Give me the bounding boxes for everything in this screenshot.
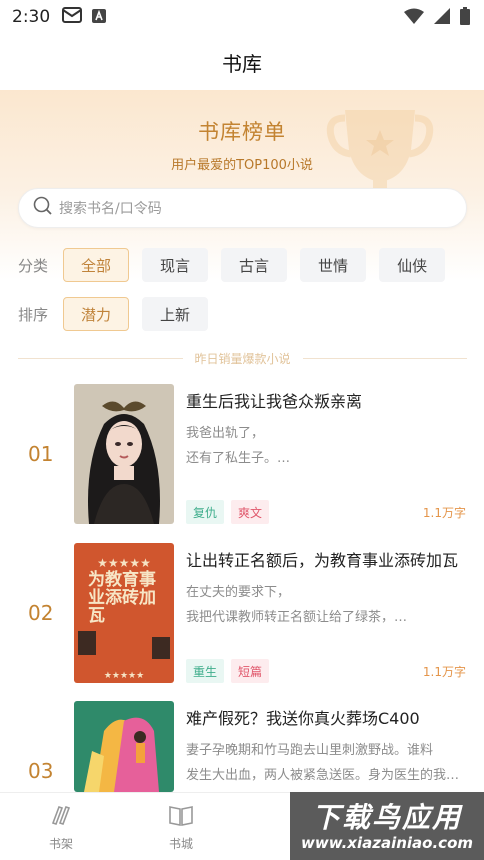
book-tag: 爽文 <box>231 500 270 524</box>
mail-icon <box>62 6 83 28</box>
status-bar: 2:30 <box>0 0 484 34</box>
book-title: 重生后我让我爸众叛亲离 <box>186 392 363 411</box>
chip-society[interactable]: 世情 <box>300 248 367 282</box>
banner-subtitle: 用户最爱的TOP100小说 <box>171 158 313 173</box>
sort-filter: 排序 潜力 上新 <box>18 297 221 331</box>
page-title: 书库 <box>222 51 262 76</box>
battery-icon <box>460 7 470 29</box>
watermark-logo: 下载鸟应用 www.xiazainiao.com <box>290 792 484 860</box>
cover-title: 为教育事业添砖加瓦 <box>88 570 156 626</box>
book-tag: 重生 <box>186 659 225 683</box>
chip-all[interactable]: 全部 <box>63 248 130 282</box>
book-cover <box>74 384 174 524</box>
a-box-icon <box>92 8 107 27</box>
nav-label: 书架 <box>48 836 73 851</box>
book-title: 难产假死？我送你真火葬场C400 <box>186 709 420 728</box>
watermark-url: www.xiazainiao.com <box>300 834 474 852</box>
search-placeholder: 搜索书名/口令码 <box>59 201 162 217</box>
book-desc-line2: 我把代课教师转正名额让给了绿茶，… <box>186 610 408 625</box>
book-desc-line1: 在丈夫的要求下， <box>186 585 291 600</box>
book-cover <box>74 701 174 792</box>
svg-text:★★★★★: ★★★★★ <box>104 671 144 681</box>
chip-xianxia[interactable]: 仙侠 <box>379 248 446 282</box>
chip-ancient-romance[interactable]: 古言 <box>221 248 288 282</box>
app-header: 书库 <box>0 34 484 90</box>
book-open-icon <box>168 803 194 831</box>
nav-bookshelf[interactable]: 书架 <box>26 793 96 860</box>
book-rank: 01 <box>28 442 54 466</box>
book-title: 让出转正名额后，为教育事业添砖加瓦 <box>186 551 459 570</box>
word-count: 1.1万字 <box>422 506 466 520</box>
svg-text:★★★★★: ★★★★★ <box>97 556 151 570</box>
book-desc-line1: 我爸出轨了， <box>186 426 265 441</box>
book-desc-line1: 妻子孕晚期和竹马跑去山里刺激野战。谁料 <box>186 743 434 758</box>
book-item[interactable]: 01 重生后我让我爸众叛亲离 我爸出轨了， 还有了私生子。… 复仇 爽文 1.1… <box>0 384 484 526</box>
wifi-icon <box>404 8 424 28</box>
book-tag: 复仇 <box>186 500 225 524</box>
book-cover: ★★★★★ ★★★★★ 为教育事业添砖加瓦 <box>74 543 174 683</box>
search-input[interactable]: 搜索书名/口令码 <box>18 188 467 228</box>
section-divider: 昨日销量爆款小说 <box>18 348 468 368</box>
signal-icon <box>434 8 450 28</box>
book-desc-line2: 发生大出血，两人被紧急送医。身为医生的我… <box>186 768 460 783</box>
divider-line-right <box>302 357 468 359</box>
sort-label: 排序 <box>18 305 49 324</box>
chip-potential[interactable]: 潜力 <box>63 297 130 331</box>
chip-modern-romance[interactable]: 现言 <box>142 248 209 282</box>
book-item[interactable]: 02 ★★★★★ ★★★★★ 为教育事业添砖加瓦 让出转正名额后，为教育事业添砖… <box>0 543 484 685</box>
watermark-main: 下载鸟应用 <box>311 801 462 834</box>
banner-title: 书库榜单 <box>198 120 286 144</box>
nav-bookstore[interactable]: 书城 <box>146 793 216 860</box>
book-tag: 短篇 <box>231 659 270 683</box>
status-time: 2:30 <box>12 7 51 27</box>
chip-new[interactable]: 上新 <box>142 297 209 331</box>
word-count: 1.1万字 <box>422 665 466 679</box>
book-rank: 03 <box>28 759 54 783</box>
section-title: 昨日销量爆款小说 <box>194 351 291 366</box>
category-label: 分类 <box>18 256 49 275</box>
book-rank: 02 <box>28 601 54 625</box>
search-icon <box>33 196 53 220</box>
category-filter: 分类 全部 现言 古言 世情 仙侠 <box>18 248 458 282</box>
book-desc-line2: 还有了私生子。… <box>186 451 291 466</box>
nav-label: 书城 <box>168 836 193 851</box>
bookshelf-icon <box>49 803 73 831</box>
divider-line-left <box>18 357 183 359</box>
